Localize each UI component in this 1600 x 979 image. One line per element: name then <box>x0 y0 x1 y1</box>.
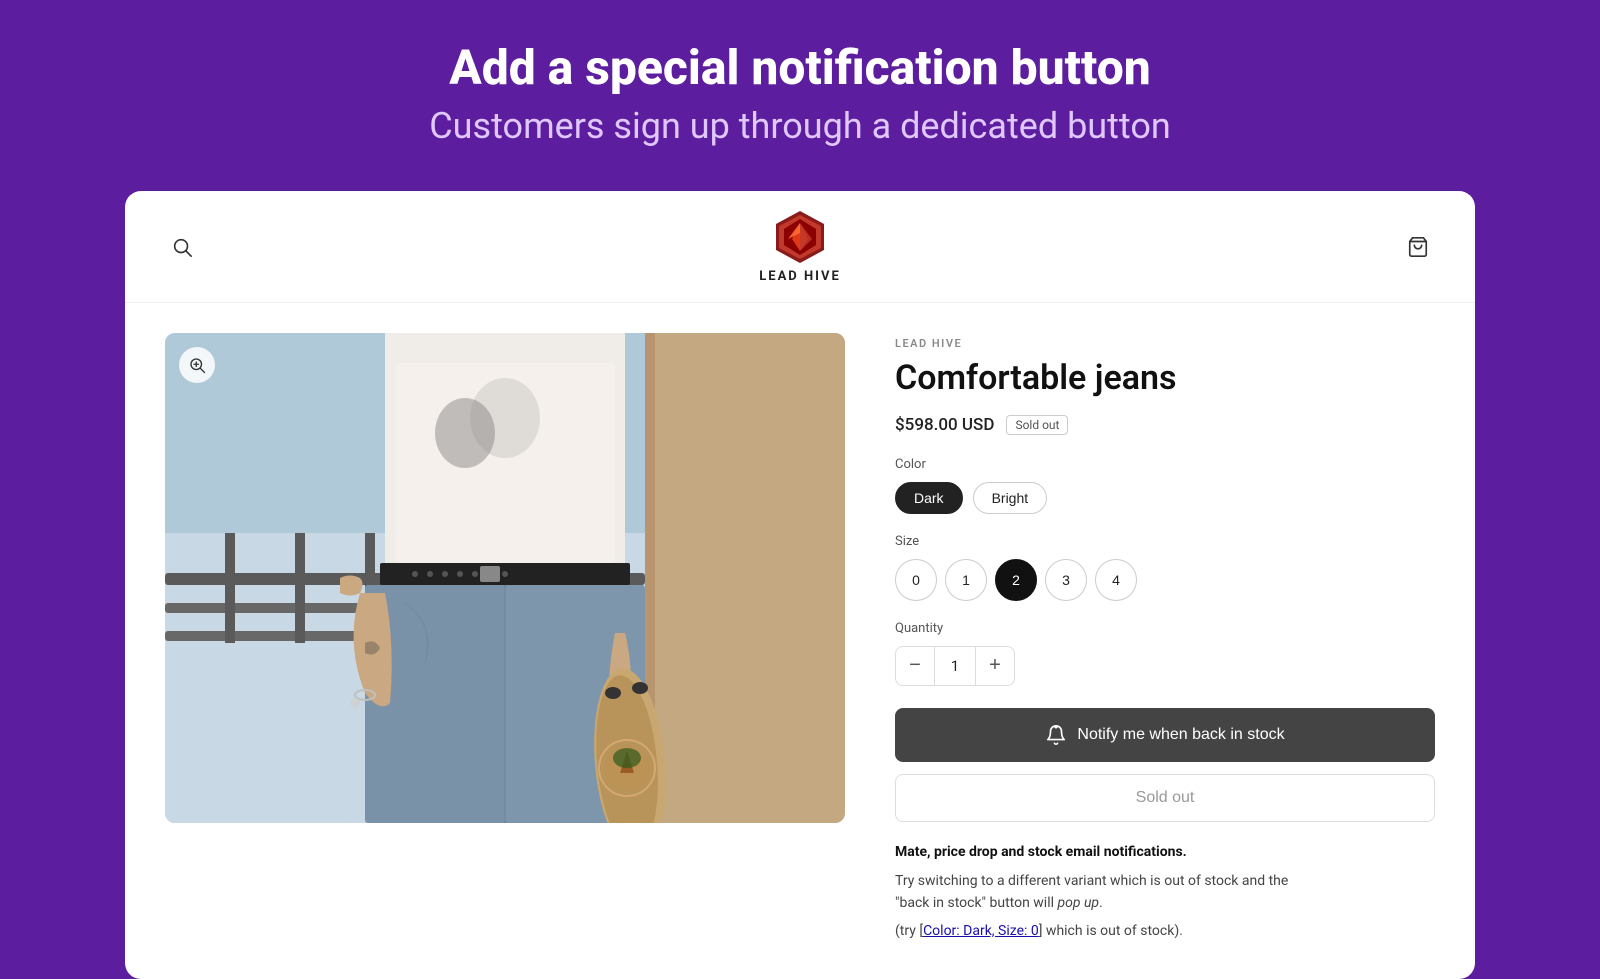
search-button[interactable] <box>165 230 199 264</box>
search-icon <box>171 236 193 258</box>
color-option-section: Color Dark Bright <box>895 457 1435 514</box>
color-options: Dark Bright <box>895 482 1435 514</box>
product-brand: LEAD HIVE <box>895 337 1435 350</box>
product-image-wrapper <box>165 333 845 823</box>
quantity-decrease-button[interactable]: − <box>896 647 934 685</box>
size-label: Size <box>895 534 1435 549</box>
description-bold: Mate, price drop and stock email notific… <box>895 844 1435 860</box>
notify-btn-label: Notify me when back in stock <box>1077 726 1284 744</box>
store-logo: LEAD HIVE <box>759 209 841 284</box>
price-row: $598.00 USD Sold out <box>895 415 1435 435</box>
cart-icon <box>1407 236 1429 258</box>
banner-title: Add a special notification button <box>20 40 1580 95</box>
description-text: Try switching to a different variant whi… <box>895 870 1435 915</box>
quantity-value: 1 <box>934 647 976 685</box>
size-4-button[interactable]: 4 <box>1095 559 1137 601</box>
brand-name: LEAD HIVE <box>759 269 841 284</box>
banner-subtitle: Customers sign up through a dedicated bu… <box>20 105 1580 147</box>
product-price: $598.00 USD <box>895 415 994 435</box>
quantity-section: Quantity − 1 + <box>895 621 1435 686</box>
logo-icon <box>772 209 828 265</box>
quantity-increase-button[interactable]: + <box>976 647 1014 685</box>
color-label: Color <box>895 457 1435 472</box>
store-card: LEAD HIVE <box>125 191 1475 979</box>
description-hint: (try [Color: Dark, Size: 0] which is out… <box>895 923 1435 939</box>
sold-out-button[interactable]: Sold out <box>895 774 1435 822</box>
quantity-control: − 1 + <box>895 646 1015 686</box>
size-option-section: Size 0 1 2 3 4 <box>895 534 1435 601</box>
zoom-icon <box>188 356 206 374</box>
size-1-button[interactable]: 1 <box>945 559 987 601</box>
product-image <box>165 333 845 823</box>
sold-out-badge: Sold out <box>1006 415 1068 435</box>
quantity-label: Quantity <box>895 621 1435 636</box>
size-3-button[interactable]: 3 <box>1045 559 1087 601</box>
zoom-button[interactable] <box>179 347 215 383</box>
size-options: 0 1 2 3 4 <box>895 559 1435 601</box>
product-title: Comfortable jeans <box>895 358 1435 399</box>
notify-back-in-stock-button[interactable]: Notify me when back in stock <box>895 708 1435 762</box>
size-0-button[interactable]: 0 <box>895 559 937 601</box>
header-banner: Add a special notification button Custom… <box>0 0 1600 191</box>
size-2-button[interactable]: 2 <box>995 559 1037 601</box>
store-nav: LEAD HIVE <box>125 191 1475 303</box>
bell-icon <box>1045 724 1067 746</box>
product-details-col: LEAD HIVE Comfortable jeans $598.00 USD … <box>895 333 1435 939</box>
variant-link[interactable]: Color: Dark, Size: 0 <box>923 923 1039 939</box>
product-image-col <box>165 333 845 939</box>
product-section: LEAD HIVE Comfortable jeans $598.00 USD … <box>125 303 1475 979</box>
color-bright-button[interactable]: Bright <box>973 482 1048 514</box>
color-dark-button[interactable]: Dark <box>895 482 963 514</box>
sold-out-btn-label: Sold out <box>1136 789 1195 806</box>
cart-button[interactable] <box>1401 230 1435 264</box>
